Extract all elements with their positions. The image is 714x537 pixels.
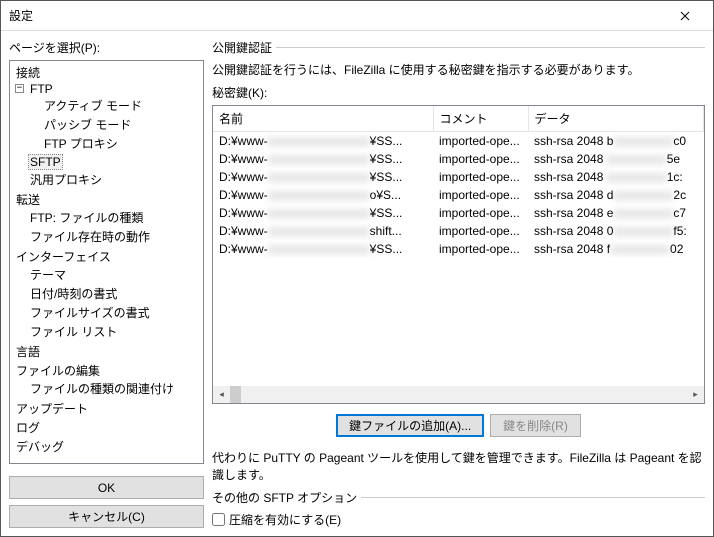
other-sftp-title: その他の SFTP オプション: [212, 489, 357, 506]
cell-name: D:¥www-xxxxxxxxxxxxxxxxx¥SS...: [213, 168, 433, 186]
tree-ftp[interactable]: FTP: [28, 82, 55, 96]
ok-button[interactable]: OK: [9, 476, 204, 499]
cell-comment: imported-ope...: [433, 150, 528, 168]
tree-toggle[interactable]: −: [15, 84, 24, 93]
cell-name: D:¥www-xxxxxxxxxxxxxxxxx¥SS...: [213, 204, 433, 222]
tree-toggle[interactable]: −: [9, 66, 10, 75]
cell-name: D:¥www-xxxxxxxxxxxxxxxxxo¥S...: [213, 186, 433, 204]
tree-language[interactable]: 言語: [14, 345, 42, 359]
tree-ftp-proxy[interactable]: FTP プロキシ: [42, 137, 120, 151]
tree-ftp-filetypes[interactable]: FTP: ファイルの種類: [28, 211, 145, 225]
cell-data: ssh-rsa 2048 xxxxxxxxxx5e: [528, 150, 704, 168]
compress-label[interactable]: 圧縮を有効にする(E): [229, 511, 341, 528]
scroll-right-icon[interactable]: ▸: [687, 386, 704, 403]
add-key-button[interactable]: 鍵ファイルの追加(A)...: [336, 414, 484, 437]
page-tree[interactable]: − 接続 − FTP アクティブ モード パッシブ モード FTP プロキシ: [9, 60, 204, 464]
pubkey-description: 公開鍵認証を行うには、FileZilla に使用する秘密鍵を指示する必要がありま…: [212, 61, 705, 78]
tree-toggle[interactable]: −: [9, 250, 10, 259]
tree-transfer[interactable]: 転送: [14, 193, 42, 207]
tree-debug[interactable]: デバッグ: [14, 440, 66, 454]
cell-comment: imported-ope...: [433, 132, 528, 151]
table-row[interactable]: D:¥www-xxxxxxxxxxxxxxxxxshift...imported…: [213, 222, 704, 240]
tree-active-mode[interactable]: アクティブ モード: [42, 99, 144, 113]
close-icon: [680, 11, 690, 21]
table-row[interactable]: D:¥www-xxxxxxxxxxxxxxxxxo¥S...imported-o…: [213, 186, 704, 204]
pubkey-section-header: 公開鍵認証: [212, 39, 705, 55]
close-button[interactable]: [665, 2, 705, 30]
compress-checkbox[interactable]: [212, 513, 225, 526]
tree-theme[interactable]: テーマ: [28, 268, 68, 282]
pageant-note: 代わりに PuTTY の Pageant ツールを使用して鍵を管理できます。Fi…: [212, 449, 705, 483]
horizontal-scrollbar[interactable]: ◂ ▸: [213, 386, 704, 403]
other-sftp-header: その他の SFTP オプション: [212, 489, 705, 505]
delete-key-button[interactable]: 鍵を削除(R): [490, 414, 581, 437]
cell-data: ssh-rsa 2048 dxxxxxxxxxx2c: [528, 186, 704, 204]
table-row[interactable]: D:¥www-xxxxxxxxxxxxxxxxx¥SS...imported-o…: [213, 150, 704, 168]
table-row[interactable]: D:¥www-xxxxxxxxxxxxxxxxx¥SS...imported-o…: [213, 168, 704, 186]
tree-generic-proxy[interactable]: 汎用プロキシ: [28, 173, 104, 187]
cell-name: D:¥www-xxxxxxxxxxxxxxxxx¥SS...: [213, 132, 433, 151]
tree-toggle[interactable]: −: [9, 364, 10, 373]
scroll-thumb[interactable]: [230, 386, 241, 403]
tree-file-editing[interactable]: ファイルの編集: [14, 364, 102, 378]
titlebar: 設定: [1, 1, 713, 31]
cell-data: ssh-rsa 2048 0xxxxxxxxxxf5:: [528, 222, 704, 240]
cell-data: ssh-rsa 2048 fxxxxxxxxxx02: [528, 240, 704, 258]
cell-name: D:¥www-xxxxxxxxxxxxxxxxxshift...: [213, 222, 433, 240]
tree-filesize-fmt[interactable]: ファイルサイズの書式: [28, 306, 152, 320]
cell-comment: imported-ope...: [433, 240, 528, 258]
cell-name: D:¥www-xxxxxxxxxxxxxxxxx¥SS...: [213, 150, 433, 168]
pubkey-section-title: 公開鍵認証: [212, 39, 272, 56]
cell-name: D:¥www-xxxxxxxxxxxxxxxxx¥SS...: [213, 240, 433, 258]
tree-file-list[interactable]: ファイル リスト: [28, 325, 119, 339]
tree-passive-mode[interactable]: パッシブ モード: [42, 118, 133, 132]
cell-data: ssh-rsa 2048 bxxxxxxxxxxc0: [528, 132, 704, 151]
table-row[interactable]: D:¥www-xxxxxxxxxxxxxxxxx¥SS...imported-o…: [213, 204, 704, 222]
tree-update[interactable]: アップデート: [14, 402, 90, 416]
col-data[interactable]: データ: [528, 106, 704, 132]
tree-filetype-assoc[interactable]: ファイルの種類の関連付け: [28, 382, 176, 396]
col-name[interactable]: 名前: [213, 106, 433, 132]
window-title: 設定: [9, 7, 665, 24]
table-row[interactable]: D:¥www-xxxxxxxxxxxxxxxxx¥SS...imported-o…: [213, 240, 704, 258]
cell-data: ssh-rsa 2048 exxxxxxxxxxc7: [528, 204, 704, 222]
cell-comment: imported-ope...: [433, 204, 528, 222]
secret-key-label: 秘密鍵(K):: [212, 84, 705, 101]
cell-data: ssh-rsa 2048 xxxxxxxxxx1c:: [528, 168, 704, 186]
cancel-button[interactable]: キャンセル(C): [9, 505, 204, 528]
tree-toggle[interactable]: −: [9, 193, 10, 202]
page-select-label: ページを選択(P):: [9, 39, 204, 56]
tree-interface[interactable]: インターフェイス: [14, 250, 113, 264]
tree-file-exists[interactable]: ファイル存在時の動作: [28, 230, 152, 244]
cell-comment: imported-ope...: [433, 168, 528, 186]
col-comment[interactable]: コメント: [433, 106, 528, 132]
key-list[interactable]: 名前 コメント データ D:¥www-xxxxxxxxxxxxxxxxx¥SS.…: [212, 105, 705, 404]
cell-comment: imported-ope...: [433, 186, 528, 204]
cell-comment: imported-ope...: [433, 222, 528, 240]
tree-log[interactable]: ログ: [14, 421, 42, 435]
settings-window: 設定 ページを選択(P): − 接続 − FTP: [0, 0, 714, 537]
scroll-left-icon[interactable]: ◂: [213, 386, 230, 403]
tree-sftp[interactable]: SFTP: [28, 154, 63, 170]
tree-connection[interactable]: 接続: [14, 66, 42, 80]
table-row[interactable]: D:¥www-xxxxxxxxxxxxxxxxx¥SS...imported-o…: [213, 132, 704, 151]
tree-datetime-fmt[interactable]: 日付/時刻の書式: [28, 287, 119, 301]
